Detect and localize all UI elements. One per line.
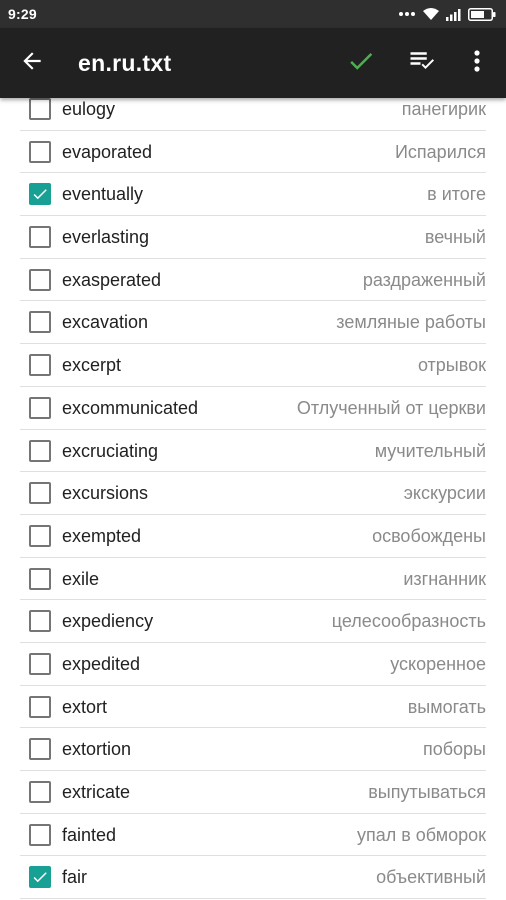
translation-text: ускоренное: [390, 653, 486, 674]
status-icons: [398, 7, 496, 21]
word-checkbox[interactable]: [29, 866, 51, 889]
list-item[interactable]: excommunicated Отлученный от церкви: [20, 387, 486, 430]
word-checkbox[interactable]: [29, 738, 51, 761]
list-item[interactable]: everlasting вечный: [20, 216, 486, 259]
list-item[interactable]: extort вымогать: [20, 686, 486, 729]
word-checkbox[interactable]: [29, 140, 51, 163]
word-text: exasperated: [62, 269, 162, 290]
list-item[interactable]: fair объективный: [20, 856, 486, 900]
list-item[interactable]: eventually в итоге: [20, 173, 486, 217]
word-checkbox[interactable]: [29, 311, 51, 334]
back-button[interactable]: [14, 45, 50, 81]
translation-text: в итоге: [427, 184, 486, 205]
word-text: exempted: [62, 525, 142, 546]
word-checkbox[interactable]: [29, 781, 51, 803]
word-text: fainted: [62, 824, 117, 845]
status-bar: 9:29: [0, 0, 506, 28]
signal-dots-icon: [398, 10, 416, 18]
list-item[interactable]: expediency целесообразность: [20, 600, 486, 643]
translation-text: мучительный: [374, 440, 486, 461]
list-item[interactable]: evaporated Испарился: [20, 131, 486, 174]
translation-text: вечный: [424, 227, 486, 248]
translation-text: отрывок: [417, 355, 486, 376]
word-text: fair: [62, 867, 88, 888]
translation-text: поборы: [422, 739, 486, 760]
confirm-button[interactable]: [342, 45, 380, 81]
arrow-left-icon: [19, 48, 45, 79]
translation-text: экскурсии: [403, 483, 486, 504]
battery-icon: [468, 7, 496, 21]
list-item[interactable]: extortion поборы: [20, 728, 486, 771]
word-checkbox[interactable]: [29, 567, 51, 590]
translation-text: целесообразность: [331, 611, 486, 632]
word-text: excursions: [62, 483, 149, 504]
select-all-button[interactable]: [404, 45, 442, 81]
checkmark-icon: [33, 872, 47, 883]
list-item[interactable]: excavation земляные работы: [20, 301, 486, 345]
word-text: excavation: [62, 312, 149, 333]
word-text: extricate: [62, 782, 131, 802]
word-checkbox[interactable]: [29, 226, 51, 249]
list-item[interactable]: excerpt отрывок: [20, 344, 486, 387]
word-text: excruciating: [62, 440, 159, 461]
list-item[interactable]: excursions экскурсии: [20, 472, 486, 515]
word-checkbox[interactable]: [29, 268, 51, 291]
word-text: everlasting: [62, 227, 150, 248]
list-item[interactable]: exasperated раздраженный: [20, 259, 486, 302]
translation-text: освобождены: [372, 525, 486, 546]
word-text: expediency: [62, 611, 154, 632]
word-text: excerpt: [62, 355, 122, 376]
word-text: extortion: [62, 739, 132, 760]
overflow-menu-button[interactable]: [462, 45, 492, 81]
cellular-signal-icon: [446, 8, 462, 21]
playlist-check-icon: [408, 46, 438, 81]
screen: 9:29 en.ru.txt eulogy панегирик evaporat…: [0, 0, 506, 900]
translation-text: изгнанник: [403, 568, 486, 589]
word-checkbox[interactable]: [29, 482, 51, 505]
wifi-icon: [422, 7, 440, 21]
word-text: exile: [62, 568, 100, 589]
word-checkbox[interactable]: [29, 396, 51, 419]
word-text: extort: [62, 696, 108, 717]
word-text: evaporated: [62, 141, 153, 162]
word-checkbox[interactable]: [29, 524, 51, 547]
translation-text: земляные работы: [336, 312, 486, 333]
list-item[interactable]: excruciating мучительный: [20, 430, 486, 473]
translation-text: Испарился: [394, 141, 486, 162]
status-time: 9:29: [8, 6, 37, 22]
word-list: eulogy панегирик evaporated Испарился eventu…: [0, 88, 506, 900]
word-checkbox[interactable]: [29, 98, 51, 120]
list-item[interactable]: expedited ускоренное: [20, 643, 486, 686]
word-text: eventually: [62, 184, 144, 205]
checkmark-icon: [33, 189, 47, 200]
translation-text: упал в обморок: [356, 824, 486, 845]
word-checkbox[interactable]: [29, 652, 51, 675]
word-checkbox[interactable]: [29, 354, 51, 377]
list-item[interactable]: exile изгнанник: [20, 558, 486, 601]
check-icon: [346, 46, 376, 81]
word-checkbox[interactable]: [29, 439, 51, 462]
list-item[interactable]: fainted упал в обморок: [20, 814, 486, 857]
word-checkbox[interactable]: [29, 695, 51, 718]
translation-text: объективный: [376, 867, 486, 888]
word-text: excommunicated: [62, 397, 199, 418]
translation-text: вымогать: [407, 696, 486, 717]
translation-text: раздраженный: [362, 269, 486, 290]
list-item[interactable]: exempted освобождены: [20, 515, 486, 558]
word-checkbox[interactable]: [29, 823, 51, 846]
word-checkbox[interactable]: [29, 183, 51, 206]
word-checkbox[interactable]: [29, 610, 51, 633]
app-bar: en.ru.txt: [0, 28, 506, 98]
translation-text: выпутываться: [368, 782, 486, 802]
translation-text: Отлученный от церкви: [296, 397, 486, 418]
page-title: en.ru.txt: [78, 50, 172, 76]
list-item[interactable]: extricate выпутываться: [20, 771, 486, 814]
more-vert-icon: [473, 49, 481, 78]
word-text: expedited: [62, 653, 141, 674]
